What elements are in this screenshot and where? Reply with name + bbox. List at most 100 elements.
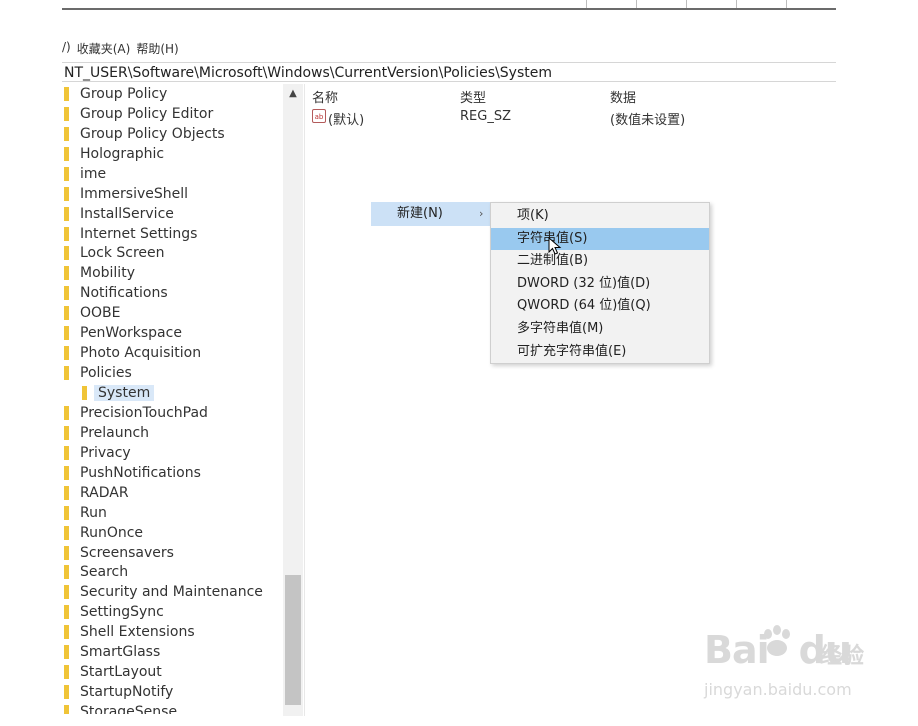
submenu-item[interactable]: QWORD (64 位)值(Q): [491, 295, 709, 317]
column-header-data[interactable]: 数据: [610, 87, 636, 106]
tree-item-label: Run: [80, 504, 107, 521]
tree-item[interactable]: Mobility: [62, 263, 284, 283]
tree-item[interactable]: System: [62, 383, 284, 403]
submenu-item[interactable]: 多字符串值(M): [491, 318, 709, 340]
tree-item[interactable]: StartLayout: [62, 662, 284, 682]
tree-item[interactable]: Photo Acquisition: [62, 343, 284, 363]
tree-item-label: Security and Maintenance: [80, 584, 263, 601]
registry-tree: Group Policy Group Policy Editor Group Pol…: [62, 84, 284, 714]
submenu-item[interactable]: 字符串值(S): [491, 227, 709, 250]
tree-item[interactable]: SettingSync: [62, 602, 284, 622]
submenu-item[interactable]: 项(K): [491, 205, 709, 227]
folder-icon: [64, 166, 69, 181]
tree-item-label: StorageSense: [80, 704, 178, 714]
mouse-cursor-icon: [548, 237, 562, 255]
tree-item-label: RunOnce: [80, 524, 144, 541]
tree-item[interactable]: Internet Settings: [62, 224, 284, 244]
submenu-item[interactable]: 可扩充字符串值(E): [491, 341, 709, 363]
folder-icon: [64, 665, 69, 680]
tree-item[interactable]: Group Policy: [62, 84, 284, 104]
tree-item[interactable]: Lock Screen: [62, 244, 284, 264]
tree-item[interactable]: Run: [62, 503, 284, 523]
folder-icon: [64, 86, 69, 101]
tree-item[interactable]: RADAR: [62, 483, 284, 503]
scroll-thumb[interactable]: [285, 575, 301, 705]
value-type: REG_SZ: [460, 109, 511, 124]
column-header-name[interactable]: 名称: [312, 87, 338, 106]
tree-item-label: OOBE: [80, 305, 121, 322]
tree-item[interactable]: RunOnce: [62, 523, 284, 543]
string-value-icon: ab: [312, 109, 326, 123]
tree-item-label: StartupNotify: [80, 684, 174, 701]
tree-item-label: Notifications: [80, 285, 168, 302]
tree-item-label: RADAR: [80, 484, 129, 501]
tree-item-label: Prelaunch: [80, 424, 150, 441]
folder-icon: [64, 226, 69, 241]
tree-item-label: Internet Settings: [80, 225, 198, 242]
tree-item[interactable]: Security and Maintenance: [62, 582, 284, 602]
tree-item[interactable]: Privacy: [62, 443, 284, 463]
menu-favorites[interactable]: 收藏夹(A): [77, 40, 131, 57]
pane-divider[interactable]: [304, 84, 305, 716]
folder-icon: [64, 545, 69, 560]
tree-item-label: SmartGlass: [80, 644, 161, 661]
folder-icon: [64, 206, 69, 221]
value-data: (数值未设置): [610, 113, 686, 128]
folder-icon: [64, 266, 69, 281]
tree-item-label: Policies: [80, 365, 132, 382]
tree-item[interactable]: Search: [62, 563, 284, 583]
scroll-up-icon[interactable]: ▲: [283, 86, 303, 102]
submenu-item[interactable]: 二进制值(B): [491, 250, 709, 272]
folder-icon: [82, 386, 87, 401]
context-menu-new-label: 新建(N): [397, 206, 443, 221]
folder-icon: [64, 685, 69, 700]
address-bar[interactable]: NT_USER\Software\Microsoft\Windows\Curre…: [62, 62, 836, 82]
tree-item[interactable]: OOBE: [62, 303, 284, 323]
tree-item-label: Group Policy Editor: [80, 105, 214, 122]
tree-item[interactable]: PrecisionTouchPad: [62, 403, 284, 423]
paw-icon: [764, 625, 790, 656]
folder-icon: [64, 465, 69, 480]
tree-item-label: Shell Extensions: [80, 624, 195, 641]
tree-item[interactable]: Policies: [62, 363, 284, 383]
tree-item[interactable]: PushNotifications: [62, 463, 284, 483]
tree-item[interactable]: Notifications: [62, 283, 284, 303]
tree-item[interactable]: ImmersiveShell: [62, 184, 284, 204]
tree-item[interactable]: StartupNotify: [62, 682, 284, 702]
tree-item[interactable]: StorageSense: [62, 702, 284, 714]
tree-item[interactable]: Group Policy Objects: [62, 124, 284, 144]
tree-item[interactable]: Screensavers: [62, 543, 284, 563]
folder-icon: [64, 186, 69, 201]
folder-icon: [64, 705, 69, 714]
value-name: (默认): [328, 113, 365, 128]
tree-item[interactable]: InstallService: [62, 204, 284, 224]
tree-item[interactable]: SmartGlass: [62, 642, 284, 662]
tree-item[interactable]: Group Policy Editor: [62, 104, 284, 124]
window-top-border: [62, 8, 836, 10]
folder-icon: [64, 565, 69, 580]
folder-icon: [64, 126, 69, 141]
tree-item[interactable]: Holographic: [62, 144, 284, 164]
tree-item[interactable]: Prelaunch: [62, 423, 284, 443]
menu-help[interactable]: 帮助(H): [136, 40, 178, 57]
folder-icon: [64, 326, 69, 341]
tree-item[interactable]: Shell Extensions: [62, 622, 284, 642]
submenu-item[interactable]: DWORD (32 位)值(D): [491, 273, 709, 295]
tree-item-label: Group Policy Objects: [80, 125, 225, 142]
tree-item[interactable]: ime: [62, 164, 284, 184]
tree-item-label: StartLayout: [80, 664, 162, 681]
menu-partial[interactable]: /): [62, 40, 71, 57]
baidu-watermark: Bai du 经验 jingyan.baidu.com: [702, 622, 872, 708]
tree-item[interactable]: PenWorkspace: [62, 323, 284, 343]
column-header-type[interactable]: 类型: [460, 87, 486, 106]
folder-icon: [64, 146, 69, 161]
tree-item-label: Privacy: [80, 444, 131, 461]
context-menu-new[interactable]: 新建(N) ›: [371, 202, 491, 226]
folder-icon: [64, 306, 69, 321]
folder-icon: [64, 505, 69, 520]
new-submenu: 项(K) 字符串值(S) 二进制值(B) DWORD (32 位)值(D) QWORD …: [490, 202, 710, 364]
folder-icon: [64, 445, 69, 460]
chevron-right-icon: ›: [479, 207, 484, 220]
folder-icon: [64, 346, 69, 361]
folder-icon: [64, 605, 69, 620]
